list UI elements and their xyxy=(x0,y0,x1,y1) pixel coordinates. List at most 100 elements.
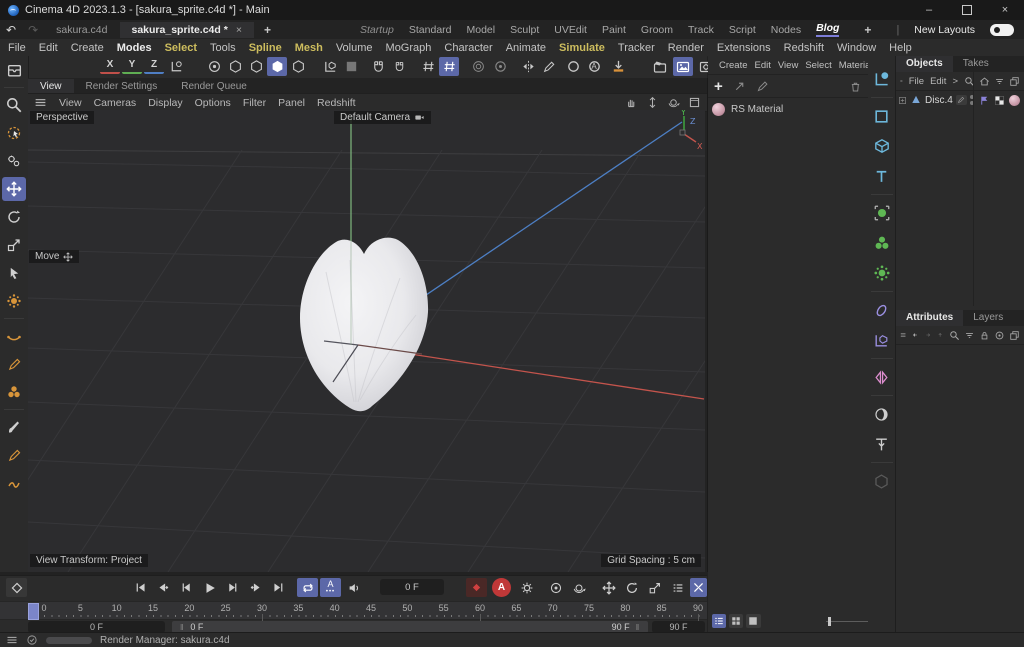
material-tag-icon[interactable] xyxy=(1009,95,1020,106)
move-tool-button[interactable] xyxy=(2,177,26,201)
close-tab-icon[interactable]: × xyxy=(236,24,242,36)
soft-move-tool-icon[interactable] xyxy=(2,289,26,313)
workplane-icon[interactable] xyxy=(166,57,186,76)
mat-menu-create[interactable]: Create xyxy=(719,60,748,71)
objects-menu-icon[interactable] xyxy=(900,75,903,87)
loop-playback-button[interactable] xyxy=(297,578,318,597)
pan-view-icon[interactable] xyxy=(625,96,638,109)
layout-tab-standard[interactable]: Standard xyxy=(409,24,452,36)
key-position-toggle[interactable] xyxy=(545,578,566,597)
menu-create[interactable]: Create xyxy=(71,42,104,54)
history-back-icon[interactable] xyxy=(912,329,918,341)
mirror-tool-icon[interactable] xyxy=(518,57,538,76)
record-active-objects-button[interactable] xyxy=(466,578,487,597)
keying-settings-gear-icon[interactable] xyxy=(516,578,537,597)
viewport-canvas[interactable]: Y Z X Perspective Default Camera Move Vi… xyxy=(28,110,705,572)
menu-mograph[interactable]: MoGraph xyxy=(386,42,432,54)
tab-render-settings[interactable]: Render Settings xyxy=(74,79,170,93)
ruler-tick[interactable]: 55 xyxy=(439,603,449,613)
doc-tab-sakura-sprite[interactable]: sakura_sprite.c4d * × xyxy=(120,22,254,38)
add-document-button[interactable]: + xyxy=(254,23,281,37)
autokey-circle-icon[interactable]: A xyxy=(584,57,604,76)
status-menu-icon[interactable] xyxy=(6,634,18,646)
menu-simulate[interactable]: Simulate xyxy=(559,42,605,54)
ruler-tick[interactable]: 20 xyxy=(184,603,194,613)
menu-spline[interactable]: Spline xyxy=(249,42,282,54)
objects-menu-edit[interactable]: Edit xyxy=(930,76,946,87)
close-button[interactable]: × xyxy=(986,0,1024,20)
ruler-tick[interactable]: 5 xyxy=(78,603,83,613)
cube-primitive-icon[interactable] xyxy=(870,134,894,158)
quantize-settings-button[interactable] xyxy=(439,57,459,76)
key-parameter-toggle[interactable] xyxy=(621,578,642,597)
orbit-view-icon[interactable] xyxy=(667,96,680,109)
objects-menu-more[interactable]: > xyxy=(952,76,958,87)
camera-label[interactable]: Default Camera xyxy=(334,111,431,124)
ruler-tick[interactable]: 60 xyxy=(475,603,485,613)
spline-arc-tool-icon[interactable] xyxy=(2,324,26,348)
ruler-tick[interactable]: 35 xyxy=(293,603,303,613)
ruler-tick[interactable]: 10 xyxy=(112,603,122,613)
menu-extensions[interactable]: Extensions xyxy=(717,42,771,54)
viewport-menu-icon[interactable] xyxy=(34,96,47,109)
tab-view[interactable]: View xyxy=(28,79,74,93)
symmetry-icon[interactable] xyxy=(870,365,894,389)
tab-takes[interactable]: Takes xyxy=(953,56,999,72)
playhead[interactable] xyxy=(28,603,39,620)
snap-button[interactable] xyxy=(368,57,388,76)
vp-menu-display[interactable]: Display xyxy=(148,97,182,109)
point-weld-tool-icon[interactable] xyxy=(2,380,26,404)
sketch-spline-tool-icon[interactable] xyxy=(2,471,26,495)
menu-animate[interactable]: Animate xyxy=(506,42,546,54)
ruler-tick[interactable]: 65 xyxy=(511,603,521,613)
ring-tool-icon[interactable] xyxy=(563,57,583,76)
material-size-slider[interactable] xyxy=(826,621,869,622)
ruler-tick[interactable]: 85 xyxy=(657,603,667,613)
ruler-tick[interactable]: 25 xyxy=(221,603,231,613)
rotate-tool-button[interactable] xyxy=(2,205,26,229)
menu-tracker[interactable]: Tracker xyxy=(618,42,655,54)
doc-tab-sakura[interactable]: sakura.c4d xyxy=(44,22,119,38)
ruler-tick[interactable]: 50 xyxy=(402,603,412,613)
polygons-mode-button[interactable] xyxy=(267,57,287,76)
expand-children-icon[interactable] xyxy=(898,96,907,105)
timeline-ruler[interactable]: 051015202530354045505560657075808590 xyxy=(0,601,707,620)
goto-end-button[interactable] xyxy=(268,578,289,597)
add-material-button[interactable]: + xyxy=(714,78,723,95)
tab-attributes[interactable]: Attributes xyxy=(896,310,963,326)
snap-settings-button[interactable] xyxy=(389,57,409,76)
layout-toggle[interactable] xyxy=(990,24,1014,36)
key-scale-toggle[interactable] xyxy=(598,578,619,597)
assign-material-icon[interactable] xyxy=(733,80,746,93)
brush-tool-icon[interactable] xyxy=(2,415,26,439)
tweak-mode-icon[interactable] xyxy=(2,149,26,173)
display-tag-icon[interactable] xyxy=(994,95,1005,106)
menu-edit[interactable]: Edit xyxy=(39,42,58,54)
ruler-tick[interactable]: 0 xyxy=(41,603,46,613)
asset-download-icon[interactable] xyxy=(608,57,628,76)
points-mode-button[interactable] xyxy=(225,57,245,76)
polygon-pen-button[interactable] xyxy=(288,57,308,76)
lock-x-axis-button[interactable]: X xyxy=(100,57,120,74)
vp-menu-options[interactable]: Options xyxy=(195,97,231,109)
line-pen-tool-icon[interactable] xyxy=(2,443,26,467)
projection-label[interactable]: Perspective xyxy=(30,111,94,124)
layout-tab-sculpt[interactable]: Sculpt xyxy=(510,24,539,36)
ruler-tick[interactable]: 30 xyxy=(257,603,267,613)
vp-menu-redshift[interactable]: Redshift xyxy=(317,97,356,109)
autokey-ramp-button[interactable]: A••• xyxy=(320,578,341,597)
material-eyedropper-icon[interactable] xyxy=(756,80,769,93)
lock-y-axis-button[interactable]: Y xyxy=(122,57,142,74)
autokeying-button[interactable]: A xyxy=(492,578,511,597)
menu-file[interactable]: File xyxy=(8,42,26,54)
ruler-tick[interactable]: 45 xyxy=(366,603,376,613)
menu-modes[interactable]: Modes xyxy=(117,42,152,54)
menu-select[interactable]: Select xyxy=(165,42,197,54)
ruler-tick[interactable]: 90 xyxy=(693,603,703,613)
menu-mesh[interactable]: Mesh xyxy=(295,42,323,54)
layout-tab-blog[interactable]: Blog xyxy=(816,22,839,37)
rectangle-spline-icon[interactable] xyxy=(870,104,894,128)
effector-icon[interactable] xyxy=(870,261,894,285)
attributes-search-icon[interactable] xyxy=(949,330,960,341)
scale-tool-button[interactable] xyxy=(2,233,26,257)
